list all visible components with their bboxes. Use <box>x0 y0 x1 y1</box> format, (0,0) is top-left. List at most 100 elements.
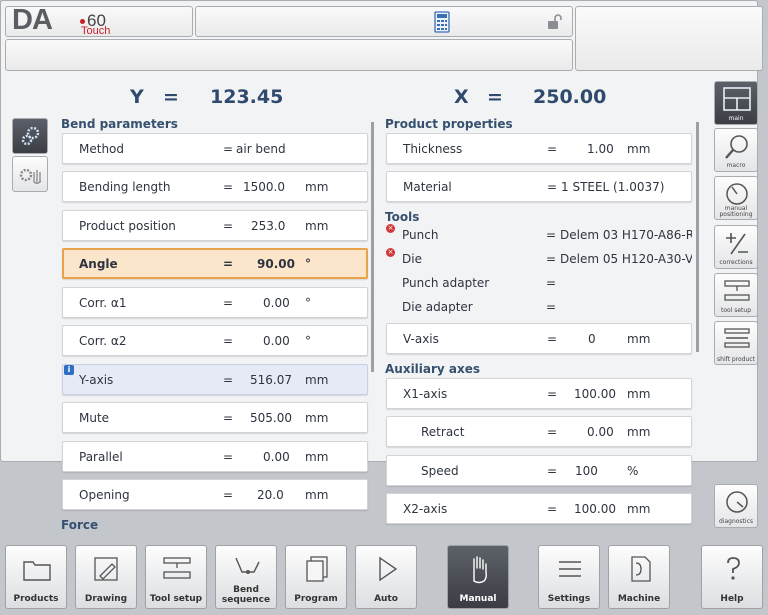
y-coord-eq: = <box>163 86 179 108</box>
nav-label: Machine <box>617 594 661 604</box>
tool-eq: = <box>547 332 558 346</box>
aux-value: 100.00 <box>574 387 616 401</box>
param-eq: = <box>223 450 234 464</box>
menu-macro-button[interactable]: macro <box>714 128 758 172</box>
aux-row-retract[interactable]: Retract = 0.00 mm <box>386 416 692 447</box>
nav-drawing-button[interactable]: Drawing <box>75 545 137 609</box>
tool-row-punch-adapter[interactable]: Punch adapter = <box>386 272 692 294</box>
tool-row-die[interactable]: Die = Delem 05 H120-A30-V16 <box>386 248 692 270</box>
param-value: 0.00 <box>263 296 290 310</box>
param-row-mute[interactable]: Mute = 505.00 mm <box>62 402 368 433</box>
gears-icon <box>21 126 40 146</box>
param-row-corr-a2[interactable]: Corr. α2 = 0.00 ° <box>62 325 368 356</box>
top-right-panel <box>575 6 763 71</box>
unlock-icon[interactable] <box>546 13 564 31</box>
nav-settings-button[interactable]: Settings <box>538 545 600 609</box>
logo-brand: DA <box>12 4 53 36</box>
param-unit: mm <box>305 219 329 233</box>
param-value: 516.07 <box>250 373 292 387</box>
param-row-product-position[interactable]: Product position = 253.0 mm <box>62 210 368 241</box>
press-tool-icon <box>163 557 191 579</box>
menu-label: manual positioning <box>719 205 753 218</box>
top-status-bar <box>195 6 573 37</box>
tool-eq: = <box>546 300 557 314</box>
param-label: Parallel <box>79 450 123 464</box>
left-scrollbar[interactable] <box>371 122 374 372</box>
param-label: Bending length <box>79 180 171 194</box>
folder-icon <box>23 561 51 581</box>
shift-product-icon <box>724 328 750 348</box>
aux-label: X2-axis <box>403 502 448 516</box>
menu-label: tool setup <box>720 307 752 314</box>
param-value: 505.00 <box>250 411 292 425</box>
tools-section-title: Tools <box>385 210 420 224</box>
prop-unit: mm <box>627 142 651 156</box>
prop-label: Material <box>403 180 452 194</box>
nav-program-button[interactable]: Program <box>285 545 347 609</box>
tool-value: Delem 03 H170-A86-R10 <box>560 228 692 242</box>
param-label: Opening <box>79 488 130 502</box>
aux-row-x1-axis[interactable]: X1-axis = 100.00 mm <box>386 378 692 409</box>
logo: DA 60 Touch <box>5 4 193 37</box>
nav-manual-button[interactable]: Manual <box>447 545 509 609</box>
menu-diagnostics-button[interactable]: diagnostics <box>714 484 758 528</box>
nav-products-button[interactable]: Products <box>5 545 67 609</box>
param-eq: = <box>223 219 234 233</box>
nav-tool-setup-button[interactable]: Tool setup <box>145 545 207 609</box>
nav-bend-sequence-button[interactable]: Bend sequence <box>215 545 277 609</box>
param-value: 0.00 <box>263 334 290 348</box>
param-row-method[interactable]: Method = air bend <box>62 133 368 164</box>
aux-unit: mm <box>627 387 651 401</box>
tool-row-v-axis[interactable]: V-axis = 0 mm <box>386 323 692 354</box>
menu-main-button[interactable]: main <box>714 81 758 125</box>
param-row-bending-length[interactable]: Bending length = 1500.0 mm <box>62 171 368 202</box>
tool-eq: = <box>546 228 557 242</box>
param-row-parallel[interactable]: Parallel = 0.00 mm <box>62 441 368 472</box>
menu-corrections-button[interactable]: corrections <box>714 225 758 269</box>
nav-label: Help <box>720 594 744 604</box>
tool-label: Punch <box>402 228 439 242</box>
list-settings-icon <box>559 561 581 577</box>
calculator-icon[interactable] <box>434 11 450 33</box>
param-label: Y-axis <box>79 373 114 387</box>
aux-row-x2-axis[interactable]: X2-axis = 100.00 mm <box>386 493 692 524</box>
param-row-angle[interactable]: Angle = 90.00 ° <box>62 248 368 279</box>
right-scrollbar[interactable] <box>696 122 699 352</box>
bend-sequence-icon <box>235 557 260 574</box>
question-icon <box>727 557 740 580</box>
tool-row-punch[interactable]: Punch = Delem 03 H170-A86-R10 <box>386 224 692 246</box>
menu-shift-product-button[interactable]: shift product <box>714 321 758 365</box>
menu-tool-setup-button[interactable]: tool setup <box>714 273 758 317</box>
tool-value: 0 <box>588 332 596 346</box>
pencil-icon <box>94 557 118 581</box>
nav-help-button[interactable]: Help <box>701 545 763 609</box>
param-label: Corr. α1 <box>79 296 127 310</box>
param-unit: mm <box>305 411 329 425</box>
prop-row-thickness[interactable]: Thickness = 1.00 mm <box>386 133 692 164</box>
machine-icon <box>631 556 651 582</box>
param-eq: = <box>223 411 234 425</box>
param-row-opening[interactable]: Opening = 20.0 mm <box>62 479 368 510</box>
aux-row-speed[interactable]: Speed = 100 % <box>386 455 692 486</box>
aux-value: 100.00 <box>574 502 616 516</box>
tool-label: Die adapter <box>402 300 473 314</box>
layout-icon <box>723 87 751 111</box>
info-icon[interactable]: i <box>64 365 74 375</box>
aux-label: X1-axis <box>403 387 448 401</box>
param-row-y-axis[interactable]: Y-axis = 516.07 mm <box>62 364 368 395</box>
menu-label: corrections <box>719 259 753 266</box>
param-value: 90.00 <box>257 257 295 271</box>
nav-machine-button[interactable]: Machine <box>608 545 670 609</box>
menu-manual-positioning-button[interactable]: manual positioning <box>714 176 758 220</box>
param-row-corr-a1[interactable]: Corr. α1 = 0.00 ° <box>62 287 368 318</box>
param-eq: = <box>223 373 234 387</box>
tab-manual-settings[interactable] <box>12 156 48 192</box>
tool-row-die-adapter[interactable]: Die adapter = <box>386 296 692 318</box>
nav-auto-button[interactable]: Auto <box>355 545 417 609</box>
param-unit: ° <box>305 296 311 310</box>
prop-row-material[interactable]: Material = 1 STEEL (1.0037) <box>386 171 692 202</box>
aux-eq: = <box>547 387 558 401</box>
tab-bend-params[interactable] <box>12 118 48 154</box>
param-eq: = <box>223 488 234 502</box>
aux-label: Retract <box>421 425 465 439</box>
